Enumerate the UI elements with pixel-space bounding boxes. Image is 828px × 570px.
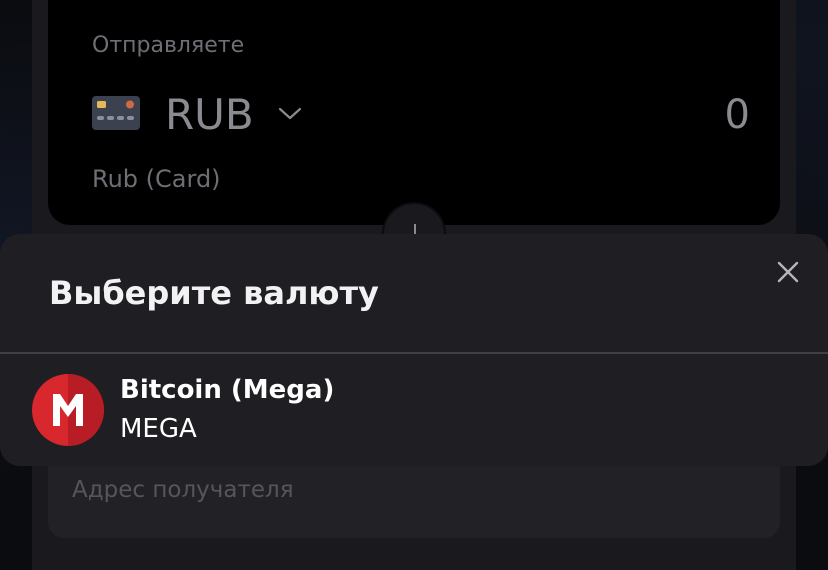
credit-card-icon bbox=[92, 96, 140, 130]
recipient-address-placeholder: Адрес получателя bbox=[72, 477, 294, 503]
currency-option-code: MEGA bbox=[120, 414, 197, 444]
send-amount-input[interactable]: 0 bbox=[725, 91, 750, 139]
close-icon[interactable] bbox=[772, 256, 804, 288]
currency-option-name: Bitcoin (Mega) bbox=[120, 375, 335, 405]
chevron-down-icon[interactable] bbox=[277, 104, 303, 122]
mega-logo-icon bbox=[32, 374, 104, 446]
send-label: Отправляете bbox=[92, 33, 245, 58]
sheet-title: Выберите валюту bbox=[49, 274, 379, 312]
send-currency-selector[interactable]: RUB bbox=[165, 91, 254, 139]
currency-option-mega[interactable] bbox=[0, 354, 828, 466]
send-currency-name: Rub (Card) bbox=[92, 165, 221, 193]
